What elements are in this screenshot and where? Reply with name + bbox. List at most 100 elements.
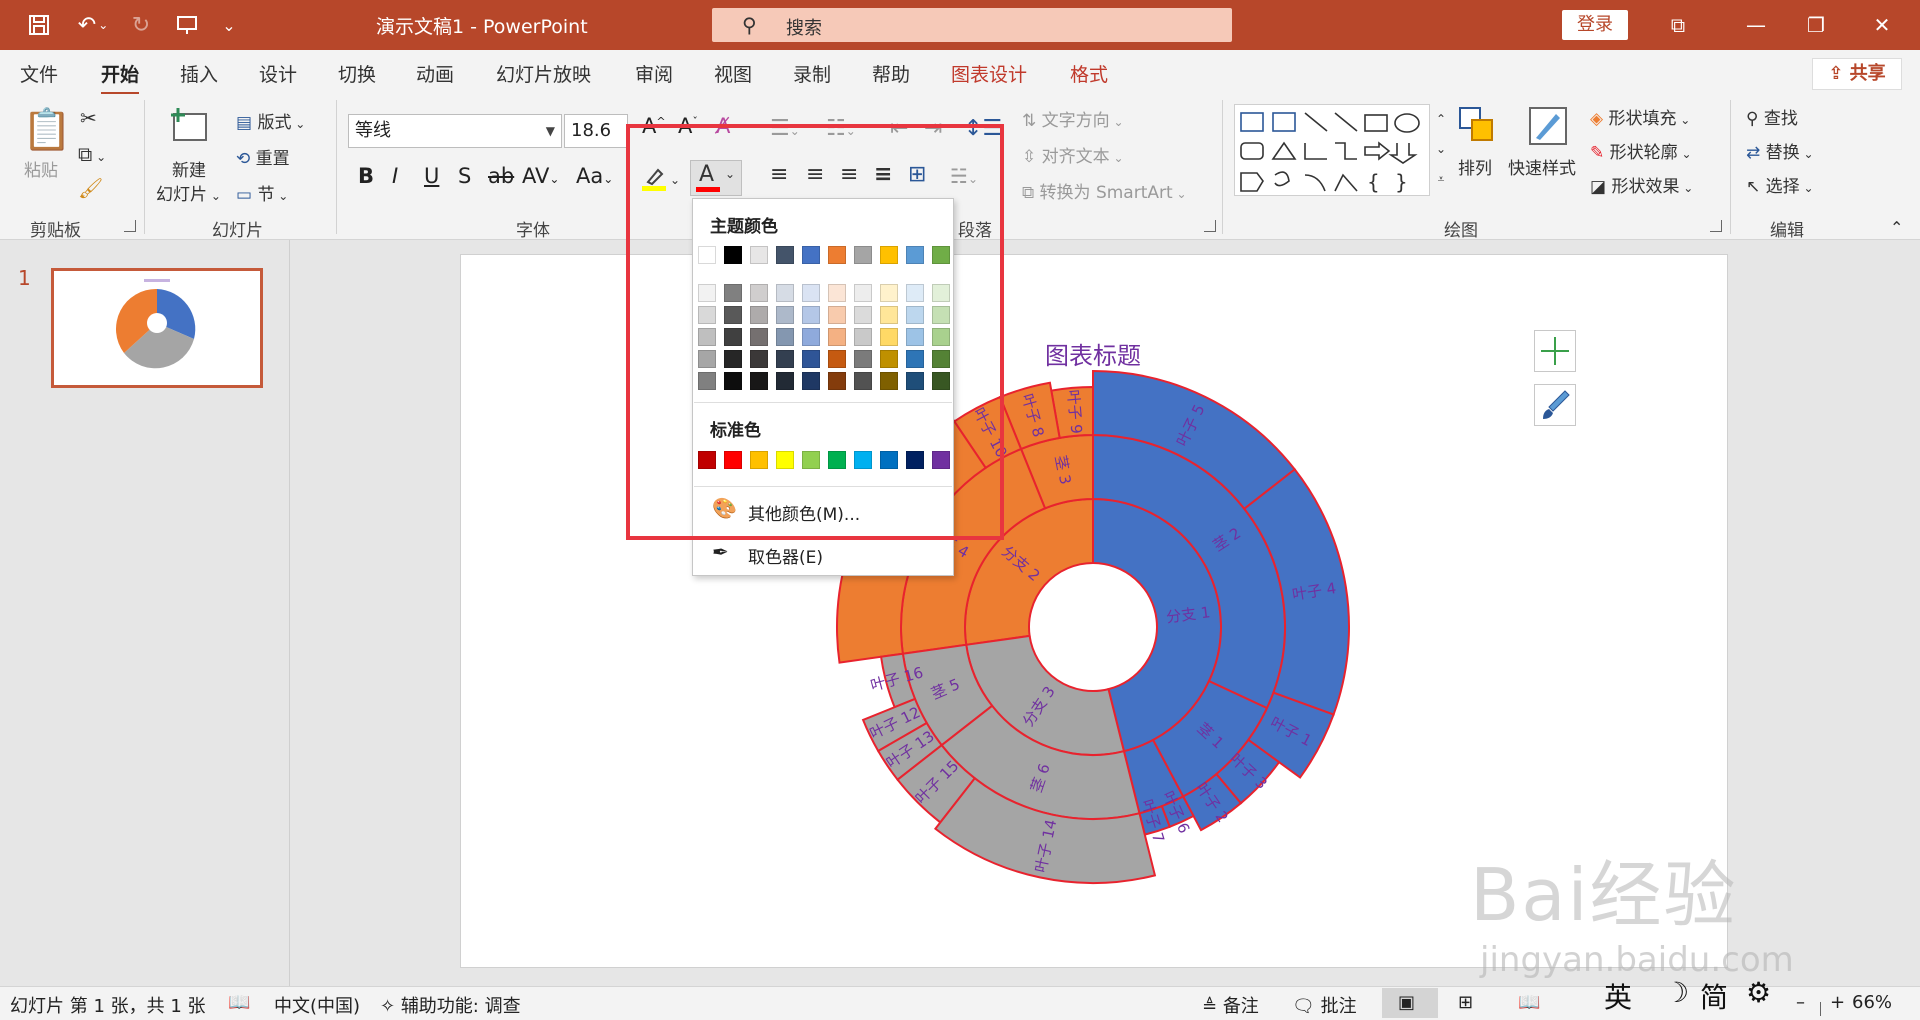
shape-effects-button[interactable]: ◪ 形状效果 ⌄ bbox=[1590, 172, 1693, 197]
paste-icon[interactable]: 📋 bbox=[22, 106, 72, 153]
section-button[interactable]: ▭ 节 ⌄ bbox=[236, 180, 288, 205]
eyedropper-item[interactable]: 取色器(E) bbox=[748, 543, 823, 568]
ribbon-separator bbox=[1222, 100, 1223, 234]
reset-button[interactable]: ⟲ 重置 bbox=[236, 144, 290, 169]
shape-fill-button[interactable]: ◈ 形状填充 ⌄ bbox=[1590, 104, 1690, 129]
search-box[interactable]: ⚲ 搜索 bbox=[712, 8, 1232, 42]
save-icon[interactable] bbox=[22, 9, 56, 41]
chart-styles-button[interactable] bbox=[1534, 384, 1576, 426]
copy-icon[interactable]: ⧉ ⌄ bbox=[78, 142, 106, 166]
tab-insert[interactable]: 插入 bbox=[180, 60, 218, 87]
group-label-drawing: 绘图 bbox=[1444, 221, 1478, 241]
svg-text:{: { bbox=[1367, 170, 1380, 194]
restore-icon[interactable]: ❐ bbox=[1796, 10, 1836, 40]
change-case-button[interactable]: Aa⌄ bbox=[576, 164, 613, 188]
new-slide-label-1[interactable]: 新建 bbox=[172, 156, 206, 181]
reading-view-icon[interactable]: 📖 bbox=[1518, 992, 1540, 1013]
login-button[interactable]: 登录 bbox=[1562, 10, 1628, 40]
ime-mode[interactable]: 英 bbox=[1604, 976, 1632, 1016]
new-slide-label-2[interactable]: 幻灯片 ⌄ bbox=[156, 180, 221, 205]
customize-qat-icon[interactable]: ⌄ bbox=[214, 9, 244, 41]
strikethrough-button[interactable]: ab bbox=[488, 164, 514, 188]
pen-icon: ✎ bbox=[1590, 143, 1605, 163]
tab-home[interactable]: 开始 bbox=[101, 60, 140, 95]
shadow-button[interactable]: S bbox=[458, 164, 471, 188]
zoom-out-icon[interactable]: – bbox=[1796, 992, 1805, 1013]
shapes-gallery[interactable]: {} bbox=[1234, 104, 1430, 196]
close-icon[interactable]: ✕ bbox=[1862, 10, 1902, 40]
font-size-combo[interactable]: 18.6 bbox=[564, 114, 628, 148]
tab-view[interactable]: 视图 bbox=[714, 60, 752, 87]
spellcheck-icon[interactable]: 📖 bbox=[228, 992, 250, 1013]
shape-outline-button[interactable]: ✎ 形状轮廓 ⌄ bbox=[1590, 138, 1692, 163]
tab-animations[interactable]: 动画 bbox=[416, 60, 454, 87]
zoom-level[interactable]: 66% bbox=[1852, 992, 1892, 1013]
new-slide-icon[interactable] bbox=[168, 104, 212, 153]
underline-button[interactable]: U bbox=[424, 164, 439, 188]
arrange-label[interactable]: 排列 bbox=[1458, 154, 1492, 179]
arrange-icon[interactable] bbox=[1456, 104, 1500, 153]
tab-transitions[interactable]: 切换 bbox=[338, 60, 376, 87]
zoom-slider[interactable] bbox=[1820, 1002, 1821, 1016]
chart-title[interactable]: 图表标题 bbox=[1045, 336, 1141, 371]
paste-label[interactable]: 粘贴 bbox=[24, 156, 58, 181]
ime-settings-icon[interactable]: ⚙ bbox=[1746, 976, 1771, 1009]
accessibility-status[interactable]: ✧ 辅助功能: 调查 bbox=[380, 992, 521, 1018]
format-painter-icon[interactable]: 🖌 bbox=[78, 176, 103, 200]
present-icon[interactable] bbox=[170, 9, 204, 41]
plus-icon bbox=[1541, 337, 1569, 365]
ime-script[interactable]: 简 bbox=[1700, 976, 1728, 1016]
slide-sorter-icon[interactable]: ⊞ bbox=[1458, 992, 1473, 1013]
cut-icon[interactable]: ✂ bbox=[80, 106, 97, 130]
replace-button[interactable]: ⇄ 替换 ⌄ bbox=[1746, 138, 1814, 163]
language-status[interactable]: 中文(中国) bbox=[274, 992, 360, 1018]
tab-chart-design[interactable]: 图表设计 bbox=[951, 60, 1027, 87]
find-button[interactable]: ⚲ 查找 bbox=[1746, 104, 1798, 129]
text-direction-icon: ⇅ bbox=[1022, 111, 1037, 131]
tab-format[interactable]: 格式 bbox=[1070, 60, 1108, 87]
clipboard-launcher-icon[interactable] bbox=[124, 220, 136, 232]
quick-styles-icon[interactable] bbox=[1526, 104, 1570, 153]
ribbon-separator bbox=[336, 100, 337, 234]
paragraph-launcher-icon[interactable] bbox=[1204, 220, 1216, 232]
select-label: 选择 bbox=[1765, 177, 1800, 197]
quick-styles-label[interactable]: 快速样式 bbox=[1508, 154, 1576, 179]
align-text-icon: ⇳ bbox=[1022, 147, 1037, 167]
tab-design[interactable]: 设计 bbox=[259, 60, 297, 87]
minimize-icon[interactable]: — bbox=[1736, 10, 1776, 40]
zoom-in-icon[interactable]: + bbox=[1830, 992, 1845, 1013]
align-text-label: 对齐文本 bbox=[1041, 147, 1110, 167]
shapes-scroll[interactable]: ⌃ ⌄ ⩡ bbox=[1432, 104, 1450, 196]
ribbon-separator bbox=[144, 100, 145, 234]
layout-button[interactable]: ▤ 版式 ⌄ bbox=[236, 108, 305, 133]
comments-button[interactable]: 🗨 批注 bbox=[1292, 992, 1357, 1018]
smartart-button[interactable]: ⧉ 转换为 SmartArt ⌄ bbox=[1022, 178, 1187, 203]
notes-button[interactable]: ≜ 备注 bbox=[1202, 992, 1259, 1018]
tab-record[interactable]: 录制 bbox=[793, 60, 831, 87]
text-direction-button[interactable]: ⇅ 文字方向 ⌄ bbox=[1022, 106, 1124, 131]
ime-moon-icon[interactable]: ☽ bbox=[1664, 976, 1689, 1009]
undo-icon[interactable]: ↶ ⌄ bbox=[68, 9, 118, 41]
align-text-button[interactable]: ⇳ 对齐文本 ⌄ bbox=[1022, 142, 1124, 167]
chart-elements-button[interactable] bbox=[1534, 330, 1576, 372]
watermark-url: jingyan.baidu.com bbox=[1480, 940, 1794, 980]
bold-button[interactable]: B bbox=[358, 164, 374, 188]
italic-button[interactable]: I bbox=[392, 164, 398, 188]
select-button[interactable]: ↖ 选择 ⌄ bbox=[1746, 172, 1814, 197]
tab-file[interactable]: 文件 bbox=[20, 60, 58, 87]
save-icon-svg bbox=[29, 15, 49, 35]
tab-slideshow[interactable]: 幻灯片放映 bbox=[496, 60, 591, 87]
collapse-ribbon-icon[interactable]: ⌃ bbox=[1890, 218, 1903, 237]
group-label-editing: 编辑 bbox=[1770, 221, 1804, 241]
ribbon-display-icon[interactable]: ⧉ bbox=[1658, 10, 1698, 40]
title-bar: ↶ ⌄ ↻ ⌄ 演示文稿1 - PowerPoint ⚲ 搜索 登录 ⧉ — ❐ … bbox=[0, 0, 1920, 50]
tab-review[interactable]: 审阅 bbox=[635, 60, 673, 87]
redo-icon[interactable]: ↻ bbox=[124, 9, 158, 41]
font-name-combo[interactable]: 等线 ▼ bbox=[348, 114, 562, 148]
share-button[interactable]: ⇪ 共享 bbox=[1812, 58, 1902, 90]
watermark-logo: Bai经验 bbox=[1470, 853, 1738, 937]
tab-help[interactable]: 帮助 bbox=[872, 60, 910, 87]
drawing-launcher-icon[interactable] bbox=[1710, 220, 1722, 232]
character-spacing-button[interactable]: AV⌄ bbox=[522, 164, 559, 188]
slide-thumbnail[interactable] bbox=[51, 268, 263, 388]
